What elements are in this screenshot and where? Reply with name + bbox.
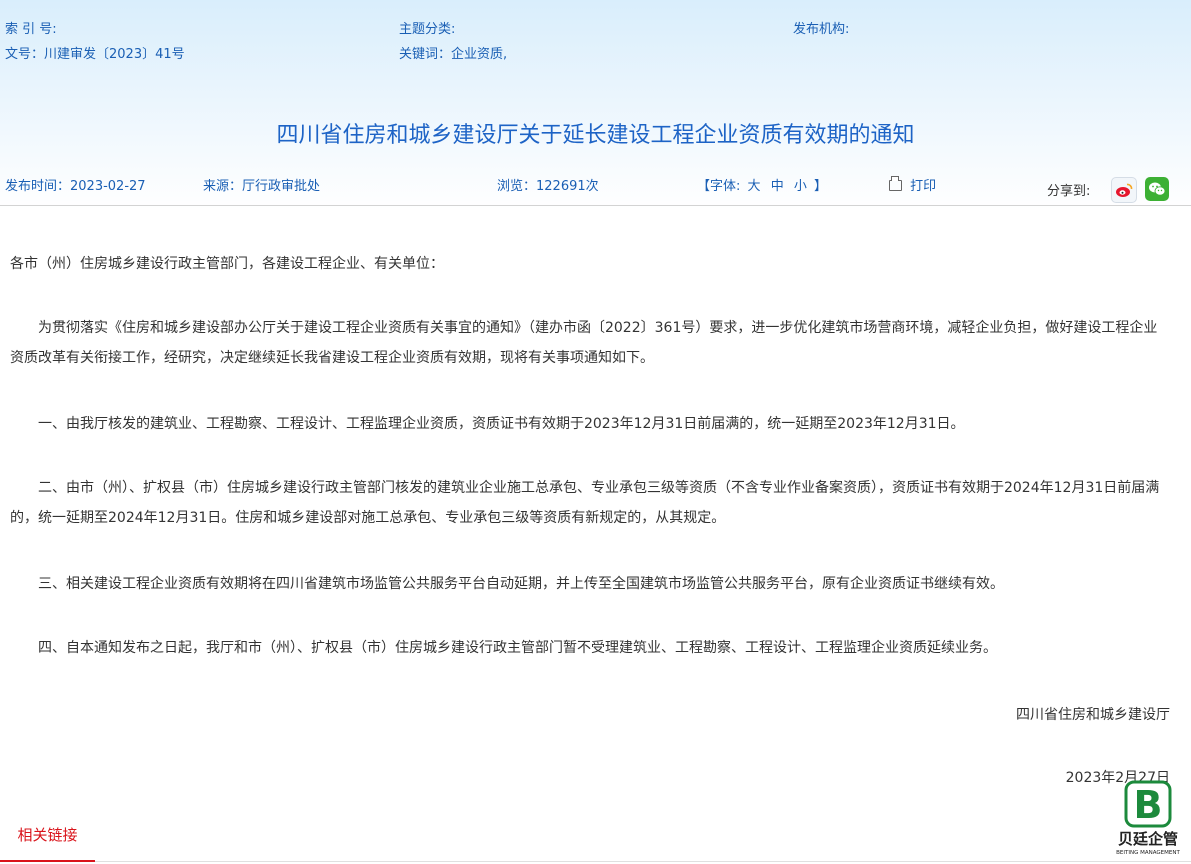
paragraph-intro: 为贯彻落实《住房和城乡建设部办公厅关于建设工程企业资质有关事宜的通知》（建办市函… [10,320,1158,366]
paragraph-item-3: 三、相关建设工程企业资质有效期将在四川省建筑市场监管公共服务平台自动延期，并上传… [38,576,1004,592]
index-number-label: 索 引 号: [5,22,57,37]
font-size-large-link[interactable]: 大 [748,179,761,194]
paragraph-item-4: 四、自本通知发布之日起，我厅和市（州）、扩权县（市）住房城乡建设行政主管部门暂不… [38,640,997,656]
wechat-icon [1149,182,1166,196]
watermark-text: 贝廷企管 [1117,830,1178,848]
related-links-tab[interactable]: 相关链接 [0,820,95,862]
printer-icon [889,176,902,191]
salutation: 各市（州）住房城乡建设行政主管部门，各建设工程企业、有关单位： [10,256,444,272]
source: 来源：厅行政审批处 [203,179,321,194]
print-label: 打印 [910,179,937,194]
weibo-share-button[interactable] [1111,177,1137,203]
weibo-icon [1116,183,1133,197]
header-divider [0,205,1191,206]
font-size-control: 【字体: 大 中 小 】 [697,175,827,194]
share-label: 分享到: [1047,184,1091,199]
font-size-bracket: 】 [814,179,828,194]
keywords: 关键词：企业资质, [399,47,508,62]
svg-text:B: B [1134,783,1163,827]
print-button[interactable]: 打印 [889,175,936,194]
paragraph-item-1: 一、由我厅核发的建筑业、工程勘察、工程设计、工程监理企业资质，资质证书有效期于2… [38,416,965,432]
wechat-share-button[interactable] [1145,177,1169,201]
topic-category-label: 主题分类: [399,22,456,37]
publish-time: 发布时间：2023-02-27 [5,179,146,194]
signature: 四川省住房和城乡建设厅 [1016,707,1170,723]
font-size-medium-link[interactable]: 中 [771,179,784,194]
font-size-label: 【字体: [697,179,741,194]
view-count: 浏览：122691次 [497,179,599,194]
page-title: 四川省住房和城乡建设厅关于延长建设工程企业资质有效期的通知 [276,123,915,148]
related-links-underline [95,861,1191,862]
document-number: 文号：川建审发〔2023〕41号 [5,47,185,62]
publisher-label: 发布机构: [793,22,850,37]
font-size-small-link[interactable]: 小 [794,179,807,194]
watermark-subtext: BEITING MANAGEMENT [1116,850,1180,856]
paragraph-item-2: 二、由市（州）、扩权县（市）住房城乡建设行政主管部门核发的建筑业企业施工总承包、… [10,480,1160,526]
